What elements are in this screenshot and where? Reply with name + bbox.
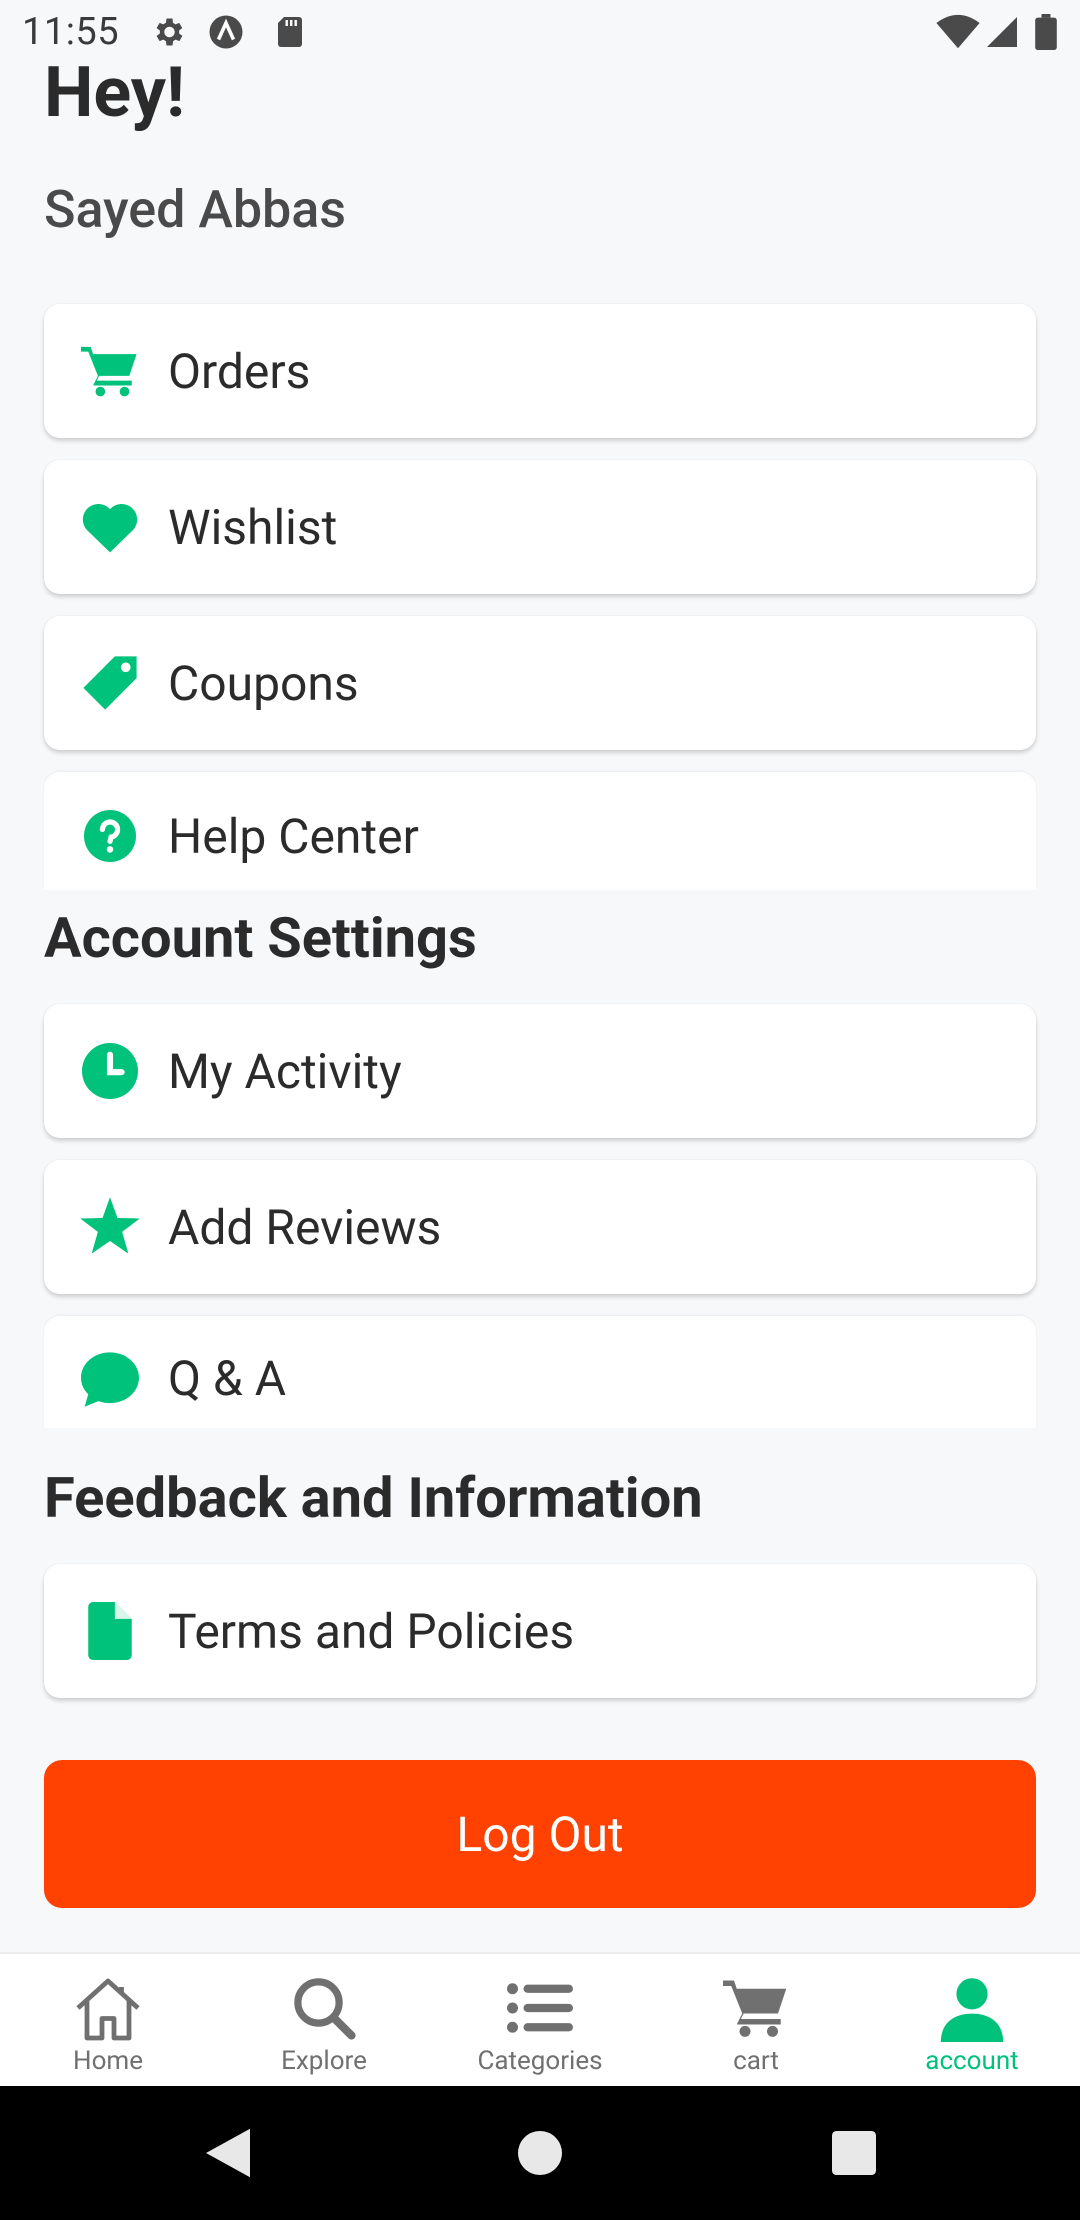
account-settings-title: Account Settings (44, 905, 477, 971)
help-center-item[interactable]: Help Center (44, 772, 1036, 890)
star-icon (78, 1195, 142, 1259)
wifi-icon (936, 14, 980, 50)
system-nav-bar (0, 2086, 1080, 2220)
feedback-title: Feedback and Information (44, 1465, 703, 1531)
list-icon (504, 1972, 576, 2044)
help-circle-icon (78, 808, 142, 864)
nav-explore[interactable]: Explore (216, 1954, 432, 2088)
greeting-title: Hey! (44, 52, 185, 134)
my-activity-label: My Activity (168, 1042, 402, 1100)
cart-icon (78, 339, 142, 403)
recents-square-icon (832, 2131, 876, 2175)
search-icon (288, 1972, 360, 2044)
tag-icon (78, 651, 142, 715)
person-icon (936, 1972, 1008, 2044)
nav-account-label: account (925, 2046, 1019, 2076)
orders-item[interactable]: Orders (44, 304, 1036, 438)
coupons-label: Coupons (168, 654, 359, 712)
logout-button[interactable]: Log Out (44, 1760, 1036, 1908)
nav-cart[interactable]: cart (648, 1954, 864, 2088)
home-circle-icon (518, 2131, 562, 2175)
signal-icon (984, 14, 1020, 50)
recents-button[interactable] (822, 2086, 886, 2220)
bottom-nav: Home Explore Categories cart account (0, 1952, 1080, 2088)
add-reviews-item[interactable]: Add Reviews (44, 1160, 1036, 1294)
sd-card-icon (272, 14, 308, 50)
terms-and-policies-label: Terms and Policies (168, 1602, 575, 1660)
gear-icon (150, 14, 186, 50)
wishlist-label: Wishlist (168, 498, 338, 556)
q-and-a-label: Q & A (168, 1350, 287, 1407)
nav-categories-label: Categories (477, 2046, 603, 2076)
clock-icon (78, 1039, 142, 1103)
coupons-item[interactable]: Coupons (44, 616, 1036, 750)
back-button[interactable] (196, 2086, 260, 2220)
q-and-a-item[interactable]: Q & A (44, 1316, 1036, 1428)
cart-icon (720, 1972, 792, 2044)
chat-bubble-icon (78, 1350, 142, 1408)
terms-and-policies-item[interactable]: Terms and Policies (44, 1564, 1036, 1698)
home-icon (72, 1972, 144, 2044)
back-triangle-icon (206, 2128, 250, 2178)
nav-explore-label: Explore (281, 2046, 367, 2076)
nav-home[interactable]: Home (0, 1954, 216, 2088)
heart-icon (78, 495, 142, 559)
status-time: 11:55 (22, 10, 120, 54)
my-activity-item[interactable]: My Activity (44, 1004, 1036, 1138)
orders-label: Orders (168, 342, 311, 400)
wishlist-item[interactable]: Wishlist (44, 460, 1036, 594)
nav-cart-label: cart (733, 2046, 779, 2076)
user-name: Sayed Abbas (44, 179, 347, 240)
nav-categories[interactable]: Categories (432, 1954, 648, 2088)
battery-icon (1034, 14, 1058, 51)
document-icon (78, 1599, 142, 1663)
home-system-button[interactable] (506, 2086, 574, 2220)
nav-home-label: Home (73, 2046, 143, 2076)
add-reviews-label: Add Reviews (168, 1198, 442, 1256)
nav-account[interactable]: account (864, 1954, 1080, 2088)
help-center-label: Help Center (168, 808, 419, 865)
a-circle-icon (208, 14, 244, 50)
